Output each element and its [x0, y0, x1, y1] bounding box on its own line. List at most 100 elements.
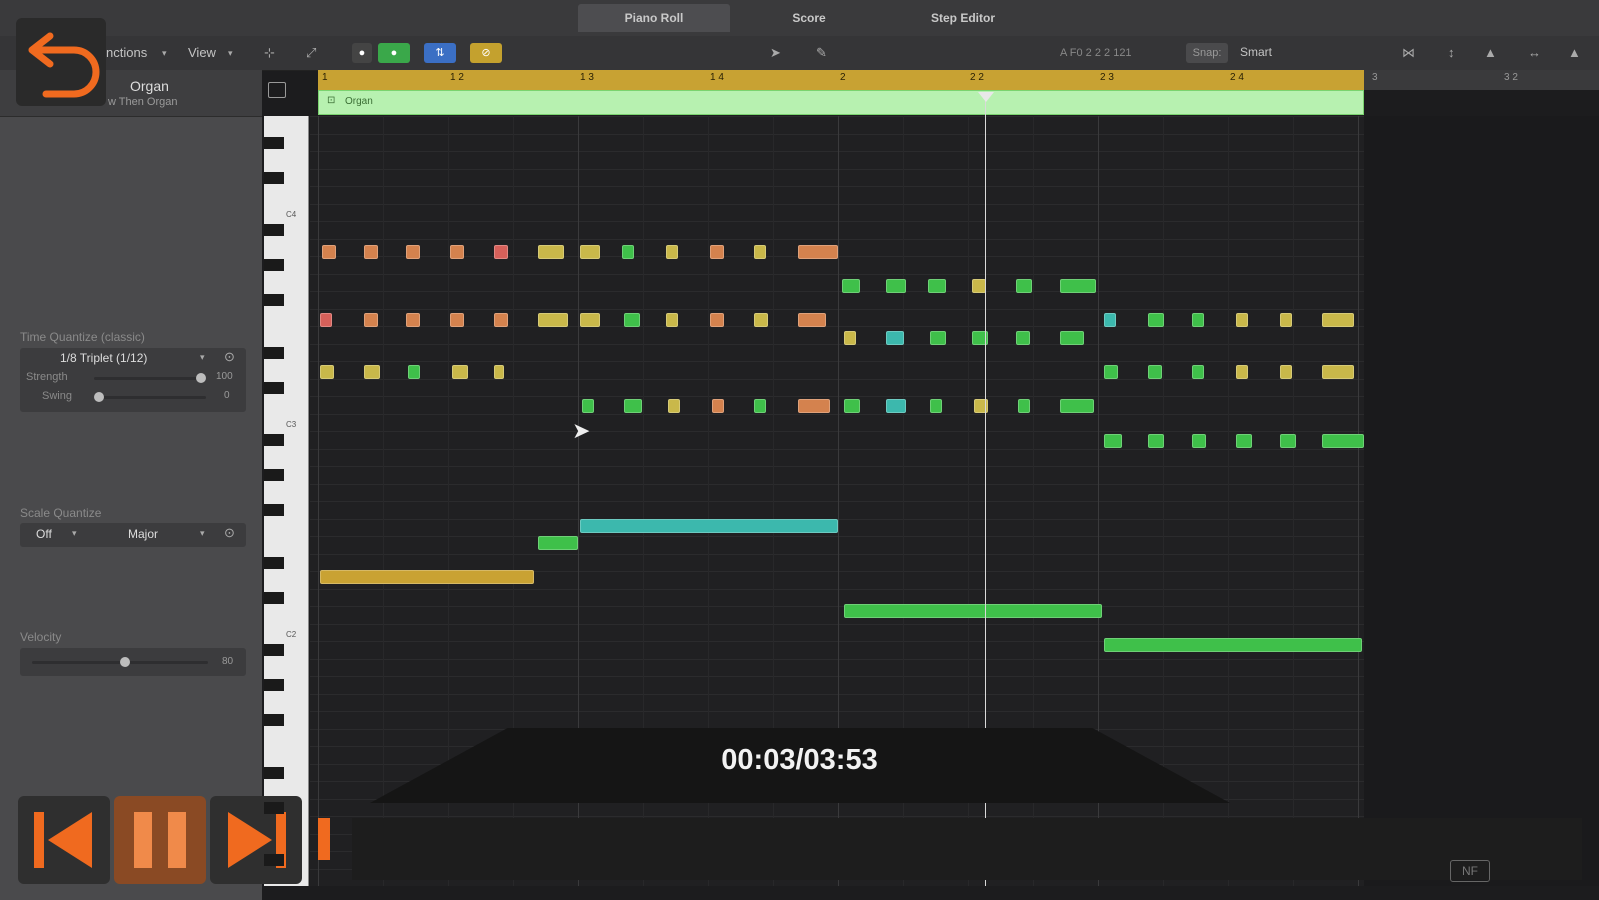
link-green-button[interactable]: ● [378, 43, 410, 63]
midi-note[interactable] [844, 604, 1102, 618]
catch-blue-button[interactable]: ⇅ [424, 43, 456, 63]
midi-note[interactable] [538, 536, 578, 550]
midi-note[interactable] [668, 399, 680, 413]
midi-region-bar[interactable]: ⊡ Organ [318, 90, 1364, 115]
black-key[interactable] [264, 644, 284, 656]
swing-slider[interactable] [94, 396, 206, 399]
midi-note[interactable] [1016, 331, 1030, 345]
midi-note[interactable] [1148, 313, 1164, 327]
midi-note[interactable] [538, 245, 564, 259]
midi-note[interactable] [972, 279, 986, 293]
midi-note[interactable] [580, 313, 600, 327]
previous-button[interactable] [18, 796, 110, 884]
midi-note[interactable] [320, 313, 332, 327]
midi-note[interactable] [1192, 434, 1206, 448]
midi-note[interactable] [1104, 365, 1118, 379]
midi-note[interactable] [710, 245, 724, 259]
velocity-slider-knob[interactable] [120, 657, 130, 667]
midi-note[interactable] [408, 365, 420, 379]
midi-note[interactable] [886, 279, 906, 293]
black-key[interactable] [264, 766, 284, 779]
midi-note[interactable] [538, 313, 568, 327]
black-key[interactable] [264, 346, 284, 359]
midi-note[interactable] [580, 245, 600, 259]
black-key[interactable] [264, 171, 284, 184]
view-menu[interactable]: View [188, 45, 216, 60]
swing-slider-knob[interactable] [94, 392, 104, 402]
vertical-zoom-icon[interactable]: ↕ [1448, 45, 1455, 60]
strength-slider-knob[interactable] [196, 373, 206, 383]
midi-note[interactable] [582, 399, 594, 413]
black-key[interactable] [264, 434, 284, 446]
midi-note[interactable] [1060, 279, 1096, 293]
midi-note[interactable] [1104, 313, 1116, 327]
pause-button[interactable] [114, 796, 206, 884]
midi-note[interactable] [494, 365, 504, 379]
midi-note[interactable] [364, 365, 380, 379]
midi-note[interactable] [406, 245, 420, 259]
scale-apply-icon[interactable]: ⊙ [224, 525, 235, 541]
midi-note[interactable] [1104, 638, 1362, 652]
midi-note[interactable] [798, 313, 826, 327]
zoom-arrow-icon[interactable]: ▲ [1568, 45, 1581, 60]
black-key[interactable] [264, 679, 284, 691]
scale-off-dropdown[interactable]: Off [36, 527, 52, 541]
midi-note[interactable] [754, 245, 766, 259]
black-key[interactable] [264, 591, 284, 604]
midi-note[interactable] [930, 399, 942, 413]
midi-note[interactable] [844, 331, 856, 345]
midi-note[interactable] [886, 331, 904, 345]
midi-note[interactable] [1060, 331, 1084, 345]
midi-note[interactable] [624, 399, 642, 413]
pencil-tool-icon[interactable]: ✎ [816, 45, 827, 61]
timeline-ruler-extension[interactable]: 3 3 2 [1364, 70, 1599, 90]
midi-note[interactable] [1236, 434, 1252, 448]
back-button[interactable] [16, 18, 106, 106]
black-key[interactable] [264, 259, 284, 271]
midi-note[interactable] [1236, 365, 1248, 379]
midi-note[interactable] [930, 331, 946, 345]
black-key[interactable] [264, 136, 284, 149]
midi-note[interactable] [624, 313, 640, 327]
black-key[interactable] [264, 801, 284, 814]
snap-dropdown[interactable]: Smart [1240, 45, 1272, 59]
midi-note[interactable] [844, 399, 860, 413]
midi-note[interactable] [1018, 399, 1030, 413]
midi-note[interactable] [1280, 365, 1292, 379]
midi-note[interactable] [1104, 434, 1122, 448]
record-toggle-icon[interactable]: ● [352, 43, 372, 63]
midi-note[interactable] [798, 245, 838, 259]
midi-note[interactable] [928, 279, 946, 293]
scrub-bar[interactable] [352, 818, 1582, 880]
midi-note[interactable] [1280, 313, 1292, 327]
black-key[interactable] [264, 854, 284, 866]
black-key[interactable] [264, 224, 284, 236]
black-key[interactable] [264, 469, 284, 481]
midi-note[interactable] [1322, 365, 1354, 379]
fit-zoom-icon[interactable]: ⋈ [1402, 45, 1415, 61]
midi-in-icon[interactable]: ⊹ [264, 45, 275, 61]
midi-note[interactable] [1322, 313, 1354, 327]
midi-note[interactable] [842, 279, 860, 293]
tab-step-editor[interactable]: Step Editor [888, 4, 1038, 32]
midi-note[interactable] [452, 365, 468, 379]
midi-note[interactable] [580, 519, 838, 533]
midi-note[interactable] [494, 245, 508, 259]
midi-note[interactable] [1322, 434, 1364, 448]
timeline-ruler[interactable]: 1 1 2 1 3 1 4 2 2 2 2 3 2 4 [318, 70, 1364, 90]
midi-note[interactable] [754, 399, 766, 413]
quantize-apply-icon[interactable]: ⊙ [224, 349, 235, 365]
functions-menu[interactable]: nctions [106, 45, 147, 60]
black-key[interactable] [264, 504, 284, 516]
midi-note[interactable] [1148, 434, 1164, 448]
collapse-icon[interactable]: ⤢ [306, 45, 316, 61]
tab-piano-roll[interactable]: Piano Roll [578, 4, 730, 32]
midi-note[interactable] [798, 399, 830, 413]
black-key[interactable] [264, 294, 284, 306]
link-yellow-icon[interactable]: ⊘ [470, 43, 502, 63]
midi-note[interactable] [320, 570, 534, 584]
black-key[interactable] [264, 381, 284, 394]
midi-note[interactable] [494, 313, 508, 327]
midi-note[interactable] [1148, 365, 1162, 379]
midi-note[interactable] [1016, 279, 1032, 293]
